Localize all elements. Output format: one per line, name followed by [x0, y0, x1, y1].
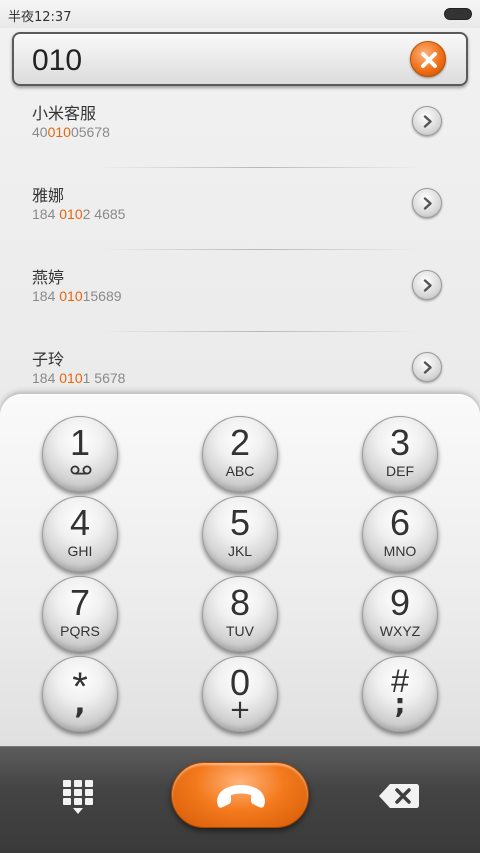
key-3[interactable]: 3 DEF	[362, 416, 438, 492]
number-match: 010	[59, 206, 83, 222]
call-button[interactable]	[171, 762, 309, 828]
contact-detail-button[interactable]	[412, 106, 442, 136]
contact-item[interactable]: 雅娜 184 0102 4685	[0, 168, 480, 250]
number-prefix: 40	[32, 124, 48, 140]
contact-name: 子玲	[32, 350, 65, 369]
key-7[interactable]: 7 PQRS	[42, 576, 118, 652]
number-match: 010	[59, 288, 83, 304]
clear-button[interactable]	[410, 41, 446, 77]
dialpad: 1 2 ABC 3 DEF 4 GHI 5 JKL 6 MNO 7 PQRS 8…	[0, 394, 480, 749]
key-digit: 6	[389, 502, 411, 543]
key-8[interactable]: 8 TUV	[202, 576, 278, 652]
number-prefix: 184	[32, 206, 60, 222]
number-suffix: 1 5678	[82, 370, 126, 386]
number-prefix: 184	[32, 370, 60, 386]
bottom-action-bar	[0, 746, 480, 853]
key-letters: MNO	[383, 543, 417, 559]
contact-name: 小米客服	[32, 104, 97, 123]
chevron-right-icon	[423, 115, 432, 128]
battery-icon	[444, 8, 472, 20]
dialed-number: 010	[32, 44, 83, 77]
key-letters: DEF	[386, 463, 414, 479]
contact-number: 184 0101 5678	[32, 370, 125, 386]
number-input-field[interactable]: 010	[12, 32, 468, 86]
contact-name: 雅娜	[32, 186, 65, 205]
key-letters: ABC	[225, 463, 255, 479]
dialpad-icon	[63, 780, 93, 814]
key-1[interactable]: 1	[42, 416, 118, 492]
key-digit: 3	[389, 422, 411, 463]
key-2[interactable]: 2 ABC	[202, 416, 278, 492]
close-icon	[421, 52, 437, 68]
key-letters: TUV	[226, 623, 254, 639]
contact-detail-button[interactable]	[412, 352, 442, 382]
voicemail-icon	[70, 465, 92, 475]
key-6[interactable]: 6 MNO	[362, 496, 438, 572]
key-digit: 1	[69, 422, 91, 463]
key-letters: ,	[74, 686, 86, 721]
contact-item[interactable]: 小米客服 4001005678	[0, 86, 480, 168]
key-letters: WXYZ	[379, 623, 421, 639]
status-bar: 半夜12:37	[0, 0, 480, 28]
key-0[interactable]: 0 +	[202, 656, 278, 732]
key-digit: 5	[229, 502, 251, 543]
status-time: 半夜12:37	[8, 10, 72, 25]
key-hash[interactable]: # ;	[362, 656, 438, 732]
number-match: 010	[47, 124, 71, 140]
backspace-button[interactable]	[376, 780, 422, 812]
key-digit: 8	[229, 582, 251, 623]
number-suffix: 05678	[70, 124, 110, 140]
chevron-right-icon	[423, 361, 432, 374]
chevron-right-icon	[423, 197, 432, 210]
key-letters: ;	[394, 687, 406, 720]
key-digit: 9	[389, 582, 411, 623]
key-star[interactable]: * ,	[42, 656, 118, 732]
key-letters: +	[229, 695, 251, 725]
number-suffix: 2 4685	[82, 206, 126, 222]
key-letters: PQRS	[60, 623, 100, 639]
contact-detail-button[interactable]	[412, 270, 442, 300]
contact-number: 4001005678	[32, 124, 110, 140]
number-match: 010	[59, 370, 83, 386]
key-letters: GHI	[67, 543, 93, 559]
key-5[interactable]: 5 JKL	[202, 496, 278, 572]
key-9[interactable]: 9 WXYZ	[362, 576, 438, 652]
contact-item[interactable]: 燕婷 184 01015689	[0, 250, 480, 332]
contact-name: 燕婷	[32, 268, 65, 287]
number-suffix: 15689	[82, 288, 122, 304]
contact-detail-button[interactable]	[412, 188, 442, 218]
dialpad-toggle-button[interactable]	[58, 776, 102, 820]
key-digit: 2	[229, 422, 251, 463]
number-prefix: 184	[32, 288, 60, 304]
contact-number: 184 01015689	[32, 288, 122, 304]
chevron-right-icon	[423, 279, 432, 292]
contact-number: 184 0102 4685	[32, 206, 125, 222]
phone-handset-icon	[217, 785, 265, 808]
key-4[interactable]: 4 GHI	[42, 496, 118, 572]
key-digit: 4	[69, 502, 91, 543]
key-letters: JKL	[227, 543, 253, 559]
backspace-icon	[379, 784, 419, 808]
key-digit: 7	[69, 582, 91, 623]
